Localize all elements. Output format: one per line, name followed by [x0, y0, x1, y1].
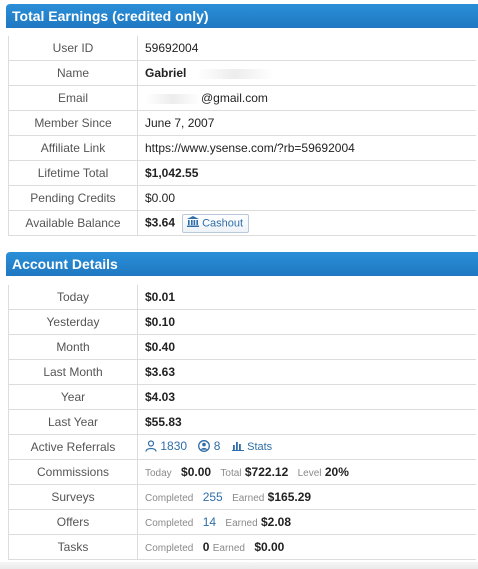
commissions-total-label: Total	[220, 468, 242, 479]
table-row: Tasks Completed 0 Earned $0.00	[8, 534, 476, 560]
offers-earned-label: Earned	[225, 518, 258, 529]
last-year-label: Last Year	[8, 409, 138, 435]
user-circle-icon	[198, 439, 211, 455]
table-row: Active Referrals 1830 8 Stats	[8, 434, 476, 460]
page-bottom-edge	[0, 562, 478, 569]
today-label: Today	[8, 285, 138, 310]
commissions-cell: Today $0.00 Total $722.12 Level 20%	[137, 459, 476, 485]
available-balance-label: Available Balance	[8, 210, 138, 236]
email-cell: @gmail.com	[137, 85, 476, 111]
commissions-total-value: $722.12	[244, 465, 289, 479]
lifetime-total-label: Lifetime Total	[8, 160, 138, 186]
earnings-table: User ID 59692004 Name Gabriel Email @gma…	[8, 36, 476, 236]
tasks-cell: Completed 0 Earned $0.00	[137, 534, 476, 560]
offers-completed-label: Completed	[145, 518, 194, 529]
account-section-header: Account Details	[6, 252, 478, 276]
table-row: Affiliate Link https://www.ysense.com/?r…	[8, 135, 476, 161]
table-row: Email @gmail.com	[8, 85, 476, 111]
last-month-label: Last Month	[8, 359, 138, 385]
account-table: Today $0.01 Yesterday $0.10 Month $0.40 …	[8, 285, 476, 560]
commissions-today-label: Today	[145, 468, 172, 479]
table-row: Year $4.03	[8, 384, 476, 410]
tasks-earned-value: $0.00	[254, 540, 285, 554]
surveys-earned-label: Earned	[232, 493, 265, 504]
bank-icon	[187, 215, 200, 231]
user-id-label: User ID	[8, 36, 138, 61]
surveys-earned-value: $165.29	[267, 490, 312, 504]
earnings-section-header: Total Earnings (credited only)	[6, 4, 478, 28]
surveys-cell: Completed 255 Earned $165.29	[137, 484, 476, 510]
surveys-link[interactable]: Surveys	[8, 484, 138, 510]
month-value: $0.40	[137, 334, 476, 360]
cashout-label: Cashout	[202, 216, 244, 229]
table-row: Surveys Completed 255 Earned $165.29	[8, 484, 476, 510]
year-label: Year	[8, 384, 138, 410]
tasks-completed-label: Completed	[145, 543, 194, 554]
offers-completed-count[interactable]: 14	[203, 515, 216, 529]
last-year-value: $55.83	[137, 409, 476, 435]
year-value: $4.03	[137, 384, 476, 410]
pending-credits-value: $0.00	[137, 185, 476, 211]
offers-link[interactable]: Offers	[8, 509, 138, 535]
affiliate-link-value[interactable]: https://www.ysense.com/?rb=59692004	[137, 135, 476, 161]
table-row: Yesterday $0.10	[8, 309, 476, 335]
today-value: $0.01	[137, 285, 476, 310]
table-row: Name Gabriel	[8, 60, 476, 86]
table-row: Month $0.40	[8, 334, 476, 360]
tasks-label: Tasks	[8, 534, 138, 560]
active-referrals-link[interactable]: 8	[214, 439, 221, 453]
commissions-level-value: 20%	[324, 465, 349, 479]
table-row: User ID 59692004	[8, 36, 476, 61]
available-balance-cell: $3.64 Cashout	[137, 210, 476, 236]
table-row: Member Since June 7, 2007	[8, 110, 476, 136]
table-row: Lifetime Total $1,042.55	[8, 160, 476, 186]
user-id-value: 59692004	[137, 36, 476, 61]
member-since-value: June 7, 2007	[137, 110, 476, 136]
tasks-completed-count: 0	[202, 540, 210, 554]
name-label: Name	[8, 60, 138, 86]
name-value: Gabriel	[145, 66, 187, 80]
surveys-completed-label: Completed	[145, 493, 194, 504]
user-icon	[145, 440, 157, 455]
available-balance-value: $3.64	[145, 215, 176, 230]
table-row: Commissions Today $0.00 Total $722.12 Le…	[8, 459, 476, 485]
referrals-count-link[interactable]: 1830	[160, 439, 187, 453]
active-referrals-cell: 1830 8 Stats	[137, 434, 476, 460]
yesterday-value: $0.10	[137, 309, 476, 335]
member-since-label: Member Since	[8, 110, 138, 136]
commissions-label: Commissions	[8, 459, 138, 485]
table-row: Last Month $3.63	[8, 359, 476, 385]
table-row: Today $0.01	[8, 285, 476, 310]
name-cell: Gabriel	[137, 60, 476, 86]
active-referrals-label: Active Referrals	[8, 434, 138, 460]
last-month-value: $3.63	[137, 359, 476, 385]
table-row: Last Year $55.83	[8, 409, 476, 435]
cashout-button[interactable]: Cashout	[182, 213, 250, 233]
commissions-level-label: Level	[297, 468, 322, 479]
bar-chart-icon	[231, 440, 244, 454]
lifetime-total-value: $1,042.55	[137, 160, 476, 186]
offers-cell: Completed 14 Earned $2.08	[137, 509, 476, 535]
tasks-earned-label: Earned	[212, 543, 245, 554]
commissions-today-value: $0.00	[181, 465, 212, 479]
table-row: Pending Credits $0.00	[8, 185, 476, 211]
email-label: Email	[8, 85, 138, 111]
redacted-email-user	[145, 93, 201, 104]
yesterday-label: Yesterday	[8, 309, 138, 335]
email-value: @gmail.com	[201, 91, 268, 105]
pending-credits-label: Pending Credits	[8, 185, 138, 211]
affiliate-link-label: Affiliate Link	[8, 135, 138, 161]
surveys-completed-count[interactable]: 255	[203, 490, 223, 504]
table-row: Offers Completed 14 Earned $2.08	[8, 509, 476, 535]
month-label: Month	[8, 334, 138, 360]
offers-earned-value: $2.08	[261, 515, 292, 529]
stats-link[interactable]: Stats	[247, 441, 272, 453]
table-row: Available Balance $3.64 Cashout	[8, 210, 476, 236]
redacted-surname	[195, 68, 274, 79]
